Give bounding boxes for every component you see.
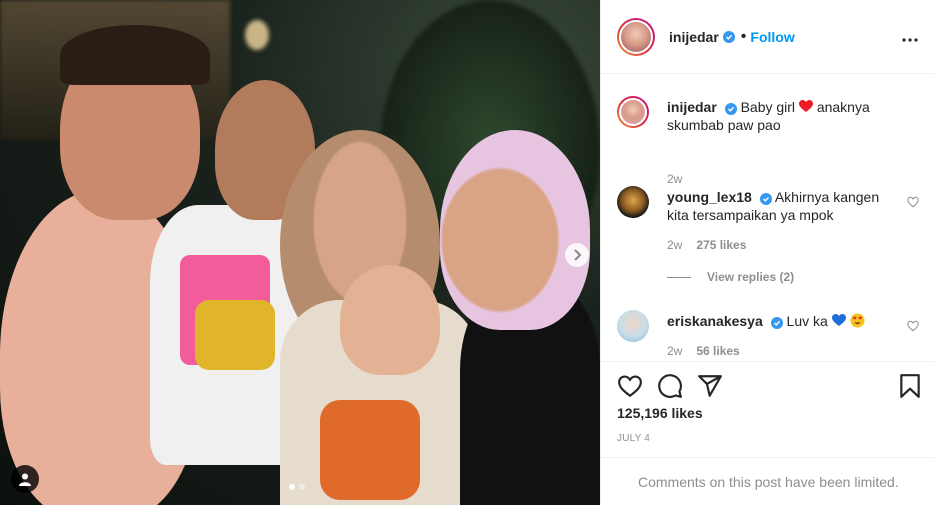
comment-time[interactable]: 2w: [667, 344, 682, 358]
user-tag-button[interactable]: [11, 465, 39, 493]
heart-icon[interactable]: [907, 320, 919, 332]
comment-meta: 2w 56 likes: [667, 344, 740, 358]
likes-count[interactable]: 125,196 likes: [617, 405, 703, 421]
action-bar: [601, 361, 934, 411]
caption-text: inijedar Baby girl anaknya skumbab paw p…: [667, 98, 895, 134]
post-header: inijedar • Follow: [601, 0, 934, 74]
comment-text: eriskanakesya Luv ka: [667, 312, 895, 330]
comment-avatar[interactable]: [617, 186, 649, 218]
blue-heart-emoji-icon: [831, 314, 846, 326]
share-icon[interactable]: [697, 373, 723, 399]
chevron-right-icon: [574, 249, 582, 261]
baby-face: [340, 265, 440, 375]
heart-icon[interactable]: [907, 196, 919, 208]
post-photo[interactable]: [0, 0, 600, 505]
view-replies-label: View replies (2): [707, 270, 795, 284]
author-username[interactable]: inijedar: [669, 29, 719, 45]
heart-icon[interactable]: [617, 373, 643, 399]
post-sidebar: inijedar • Follow inijedar Baby girl ana…: [600, 0, 934, 505]
bookmark-icon[interactable]: [897, 373, 923, 399]
carousel-next-button[interactable]: [565, 243, 589, 267]
carousel-dots: [289, 484, 305, 490]
comment-likes[interactable]: 275 likes: [696, 238, 746, 252]
shirt-print-ring: [195, 300, 275, 370]
verified-icon: [759, 193, 772, 205]
author-avatar[interactable]: [617, 17, 655, 56]
separator-dot: •: [740, 27, 747, 45]
red-heart-emoji-icon: [798, 100, 813, 112]
comment-avatar[interactable]: [617, 310, 649, 342]
person-hair-1: [60, 25, 210, 85]
more-options-button[interactable]: [902, 26, 918, 47]
carousel-dot: [299, 484, 305, 490]
comment-meta: 2w 275 likes: [667, 238, 746, 252]
comments-limited-notice: Comments on this post have been limited.: [601, 457, 934, 505]
verified-icon: [724, 103, 737, 115]
replies-divider: [667, 276, 691, 278]
comment-time[interactable]: 2w: [667, 238, 682, 252]
caption-username[interactable]: inijedar: [667, 99, 717, 115]
comment-body: Luv ka: [786, 313, 828, 329]
post-date[interactable]: JULY 4: [617, 433, 650, 444]
comment-item: young_lex18 Akhirnya kangen kita tersamp…: [617, 186, 919, 276]
view-replies-button[interactable]: View replies (2): [667, 270, 794, 284]
comment-username[interactable]: eriskanakesya: [667, 313, 763, 329]
person-face-4: [440, 130, 590, 330]
more-icon: [902, 38, 918, 42]
user-tag-icon: [19, 473, 31, 486]
verified-icon: [722, 30, 735, 43]
comment-likes[interactable]: 56 likes: [696, 344, 739, 358]
caption: inijedar Baby girl anaknya skumbab paw p…: [617, 96, 919, 186]
carousel-dot: [289, 484, 295, 490]
verified-icon: [770, 317, 783, 329]
comment-icon[interactable]: [657, 373, 683, 399]
caption-avatar[interactable]: [617, 96, 649, 128]
heart-eyes-emoji-icon: [850, 313, 865, 328]
follow-button[interactable]: Follow: [750, 29, 794, 45]
baby-outfit: [320, 400, 420, 500]
comment-text: young_lex18 Akhirnya kangen kita tersamp…: [667, 188, 895, 224]
caption-time[interactable]: 2w: [667, 172, 682, 186]
comment-item: eriskanakesya Luv ka 2w 56 likes: [617, 310, 919, 360]
caption-text-start: Baby girl: [740, 99, 796, 115]
comment-username[interactable]: young_lex18: [667, 189, 752, 205]
wall-lamp: [245, 20, 269, 50]
comments-list: inijedar Baby girl anaknya skumbab paw p…: [601, 74, 934, 360]
